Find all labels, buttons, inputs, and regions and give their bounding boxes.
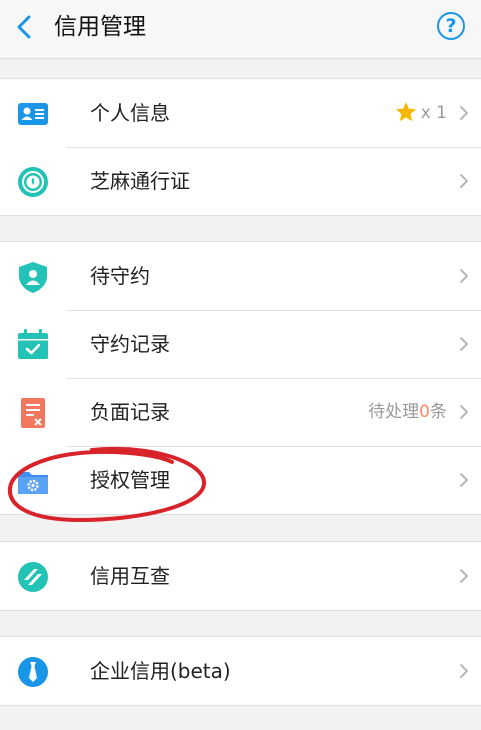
pending-count-text: 待处理0条 bbox=[368, 399, 447, 425]
enterprise-tie-icon bbox=[18, 657, 48, 687]
list-item-authorization[interactable]: 授权管理 bbox=[0, 446, 481, 514]
folder-gear-icon bbox=[18, 472, 48, 494]
list-item-label: 个人信息 bbox=[90, 101, 170, 125]
list-item-label: 负面记录 bbox=[90, 400, 170, 424]
star-icon bbox=[396, 102, 416, 122]
pending-count: 0 bbox=[419, 402, 430, 422]
chevron-right-icon bbox=[460, 664, 468, 678]
chevron-right-icon bbox=[460, 405, 468, 419]
negative-record-icon bbox=[21, 398, 45, 428]
list-item-label: 守约记录 bbox=[90, 332, 170, 356]
back-arrow-icon[interactable] bbox=[12, 13, 38, 41]
group-credit-check: 信用互查 bbox=[0, 541, 481, 611]
group-contracts: 待守约 守约记录 负面记录 待处理0条 授权管理 bbox=[0, 241, 481, 515]
shield-user-icon bbox=[19, 262, 47, 293]
list-item-pending-contracts[interactable]: 待守约 bbox=[0, 242, 481, 310]
list-item-label: 芝麻通行证 bbox=[90, 169, 190, 193]
chevron-right-icon bbox=[460, 174, 468, 188]
group-enterprise: 企业信用(beta) bbox=[0, 636, 481, 706]
sesame-pass-icon bbox=[18, 167, 48, 197]
list-item-personal-info[interactable]: 个人信息 x 1 bbox=[0, 79, 481, 147]
chevron-right-icon bbox=[460, 106, 468, 120]
pending-prefix: 待处理 bbox=[368, 402, 420, 422]
list-item-sesame-pass[interactable]: 芝麻通行证 bbox=[0, 147, 481, 215]
list-item-credit-check[interactable]: 信用互查 bbox=[0, 542, 481, 610]
nav-bar: 信用管理 ? bbox=[0, 0, 481, 59]
chevron-right-icon bbox=[460, 473, 468, 487]
list-item-label: 企业信用(beta) bbox=[90, 659, 231, 683]
credit-check-icon bbox=[18, 562, 48, 592]
list-item-label: 授权管理 bbox=[90, 468, 170, 492]
list-item-label: 待守约 bbox=[90, 264, 150, 288]
group-personal: 个人信息 x 1 芝麻通行证 bbox=[0, 78, 481, 216]
chevron-right-icon bbox=[460, 569, 468, 583]
list-item-contract-records[interactable]: 守约记录 bbox=[0, 310, 481, 378]
star-count: x 1 bbox=[420, 103, 447, 123]
help-icon[interactable]: ? bbox=[437, 12, 465, 40]
id-card-icon bbox=[18, 103, 48, 125]
pending-suffix: 条 bbox=[430, 402, 447, 422]
list-item-enterprise-credit[interactable]: 企业信用(beta) bbox=[0, 637, 481, 705]
chevron-right-icon bbox=[460, 269, 468, 283]
calendar-check-icon bbox=[18, 329, 48, 359]
chevron-right-icon bbox=[460, 337, 468, 351]
list-item-label: 信用互查 bbox=[90, 564, 170, 588]
list-item-negative-records[interactable]: 负面记录 待处理0条 bbox=[0, 378, 481, 446]
page-title: 信用管理 bbox=[54, 14, 146, 40]
